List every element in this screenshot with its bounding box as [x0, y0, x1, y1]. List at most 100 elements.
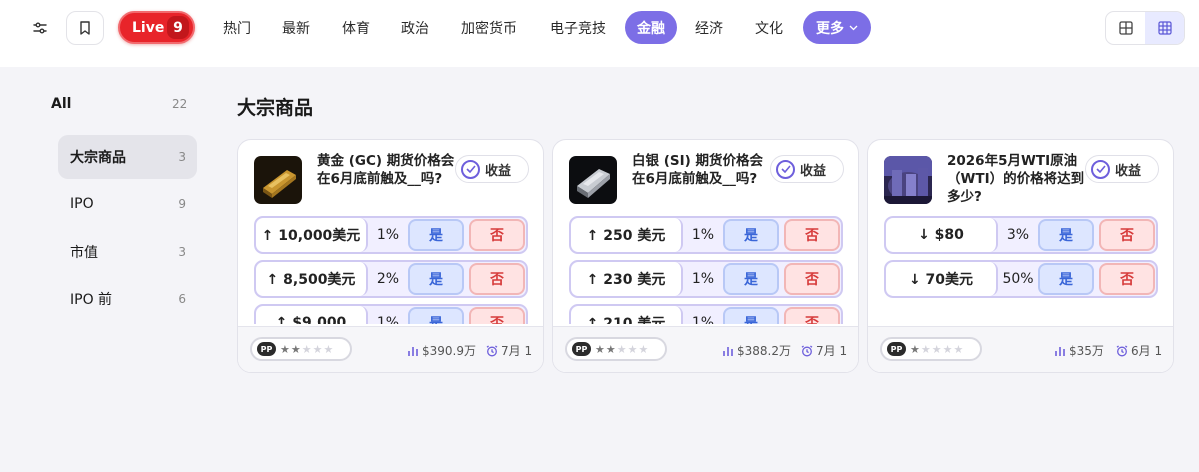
tab-culture[interactable]: 文化 [746, 11, 792, 44]
option-label: ↓ $80 [886, 218, 998, 252]
market-title[interactable]: 黄金 (GC) 期货价格会在6月底前触及__吗? [317, 152, 457, 188]
no-button[interactable]: 否 [1099, 219, 1155, 251]
check-circle-icon [461, 159, 480, 179]
yes-button[interactable]: 是 [723, 219, 779, 251]
more-label: 更多 [816, 20, 844, 37]
section-title: 大宗商品 [237, 97, 314, 119]
top-nav: Live 9 热门 最新 体育 政治 加密货币 电子竞技 金融 经济 文化 更多 [0, 0, 1199, 67]
volume-stat: $390.9万 [407, 342, 476, 359]
end-date-value: 6月 1 [1131, 344, 1163, 358]
bookmark-icon[interactable] [66, 11, 104, 45]
market-card[interactable]: 白银 (SI) 期货价格会在6月底前触及__吗? 收益 ↑ 250 美元 1% … [552, 139, 859, 373]
earn-badge[interactable]: 收益 [770, 155, 844, 183]
oil-barrel-image [884, 156, 932, 204]
option-percent: 1% [691, 315, 715, 324]
star-empty-icon: ★ [323, 342, 334, 356]
yes-button[interactable]: 是 [1038, 263, 1094, 295]
sidebar-item-label: IPO [70, 196, 94, 212]
sidebar-item-label: 市值 [70, 245, 98, 261]
tab-sports[interactable]: 体育 [333, 11, 379, 44]
option-percent: 1% [691, 227, 715, 243]
no-button[interactable]: 否 [784, 219, 840, 251]
no-button[interactable]: 否 [469, 219, 525, 251]
star-empty-icon: ★ [616, 342, 627, 356]
yes-button[interactable]: 是 [408, 219, 464, 251]
no-button[interactable]: 否 [1099, 263, 1155, 295]
sidebar-item-ipo[interactable]: IPO 9 [58, 182, 197, 226]
option-label: ↑ 210 美元 [571, 306, 683, 324]
option-row: ↑ 210 美元 1% 是 否 [569, 304, 843, 324]
live-button[interactable]: Live 9 [118, 11, 195, 44]
bar-chart-icon [1055, 347, 1065, 356]
grid-2x2-view-icon[interactable] [1106, 12, 1145, 44]
rating-pill[interactable]: PP ★ ★ ★ ★ ★ [565, 337, 667, 361]
star-filled-icon: ★ [280, 342, 290, 356]
yes-button[interactable]: 是 [723, 307, 779, 324]
no-button[interactable]: 否 [784, 307, 840, 324]
tab-crypto[interactable]: 加密货币 [451, 11, 527, 44]
sidebar-item-count: 3 [178, 150, 186, 164]
more-dropdown[interactable]: 更多 [803, 11, 871, 44]
option-label: ↑ 8,500美元 [256, 262, 368, 296]
volume-value: $35万 [1069, 344, 1104, 358]
option-percent: 1% [376, 227, 400, 243]
rating-pill[interactable]: PP ★ ★ ★ ★ ★ [250, 337, 352, 361]
option-label: ↑ 230 美元 [571, 262, 683, 296]
tab-latest[interactable]: 最新 [273, 11, 319, 44]
sidebar-all-count: 22 [172, 97, 188, 111]
tab-economy[interactable]: 经济 [686, 11, 732, 44]
star-filled-icon: ★ [605, 342, 616, 356]
option-label: ↑ 10,000美元 [256, 218, 368, 252]
sidebar-item-count: 6 [178, 292, 186, 306]
no-button[interactable]: 否 [469, 307, 525, 324]
sidebar-item-label: IPO 前 [70, 292, 113, 308]
chevron-down-icon [849, 25, 858, 30]
market-card[interactable]: 黄金 (GC) 期货价格会在6月底前触及__吗? 收益 ↑ 10,000美元 1… [237, 139, 544, 373]
filter-sliders-icon[interactable] [21, 11, 59, 45]
yes-button[interactable]: 是 [723, 263, 779, 295]
earn-badge[interactable]: 收益 [455, 155, 529, 183]
option-percent: 2% [376, 271, 400, 287]
rating-pill[interactable]: PP ★ ★ ★ ★ ★ [880, 337, 982, 361]
view-toggle [1105, 11, 1185, 45]
pp-badge: PP [887, 342, 906, 356]
option-row: ↓ $80 3% 是 否 [884, 216, 1158, 254]
bar-chart-icon [408, 347, 418, 356]
earn-badge[interactable]: 收益 [1085, 155, 1159, 183]
options-list[interactable]: ↑ 250 美元 1% 是 否 ↑ 230 美元 1% 是 否 ↑ 210 美元… [569, 216, 843, 324]
option-percent: 1% [691, 271, 715, 287]
market-title[interactable]: 白银 (SI) 期货价格会在6月底前触及__吗? [632, 152, 772, 188]
sidebar-item-market-cap[interactable]: 市值 3 [58, 230, 197, 274]
option-label: ↑ $9,000 [256, 306, 368, 324]
yes-button[interactable]: 是 [408, 263, 464, 295]
sidebar-all[interactable]: All [51, 96, 71, 112]
options-list[interactable]: ↓ $80 3% 是 否 ↓ 70美元 50% 是 否 [884, 216, 1158, 324]
sidebar-item-pre-ipo[interactable]: IPO 前 6 [58, 277, 197, 321]
yes-button[interactable]: 是 [1038, 219, 1094, 251]
star-filled-icon: ★ [290, 342, 301, 356]
star-empty-icon: ★ [638, 342, 649, 356]
end-date-value: 7月 1 [816, 344, 848, 358]
option-row: ↑ 250 美元 1% 是 否 [569, 216, 843, 254]
earn-label: 收益 [485, 163, 512, 179]
tab-politics[interactable]: 政治 [392, 11, 438, 44]
market-card[interactable]: 2026年5月WTI原油（WTI）的价格将达到多少? 收益 ↓ $80 3% 是… [867, 139, 1174, 373]
sidebar-item-commodities[interactable]: 大宗商品 3 [58, 135, 197, 179]
live-count-badge: 9 [167, 16, 189, 39]
tab-hot[interactable]: 热门 [214, 11, 260, 44]
star-empty-icon: ★ [312, 342, 323, 356]
star-filled-icon: ★ [595, 342, 605, 356]
yes-button[interactable]: 是 [408, 307, 464, 324]
volume-stat: $35万 [1054, 342, 1104, 359]
no-button[interactable]: 否 [469, 263, 525, 295]
no-button[interactable]: 否 [784, 263, 840, 295]
gold-bar-image [254, 156, 302, 204]
options-list[interactable]: ↑ 10,000美元 1% 是 否 ↑ 8,500美元 2% 是 否 ↑ $9,… [254, 216, 528, 324]
tab-esports[interactable]: 电子竞技 [540, 11, 616, 44]
pp-badge: PP [257, 342, 276, 356]
market-title[interactable]: 2026年5月WTI原油（WTI）的价格将达到多少? [947, 152, 1087, 206]
tab-finance[interactable]: 金融 [625, 11, 677, 44]
card-footer: PP ★ ★ ★ ★ ★ $390.9万 7月 1 [238, 326, 543, 372]
volume-value: $388.2万 [737, 344, 791, 358]
grid-3x3-view-icon[interactable] [1145, 12, 1184, 44]
